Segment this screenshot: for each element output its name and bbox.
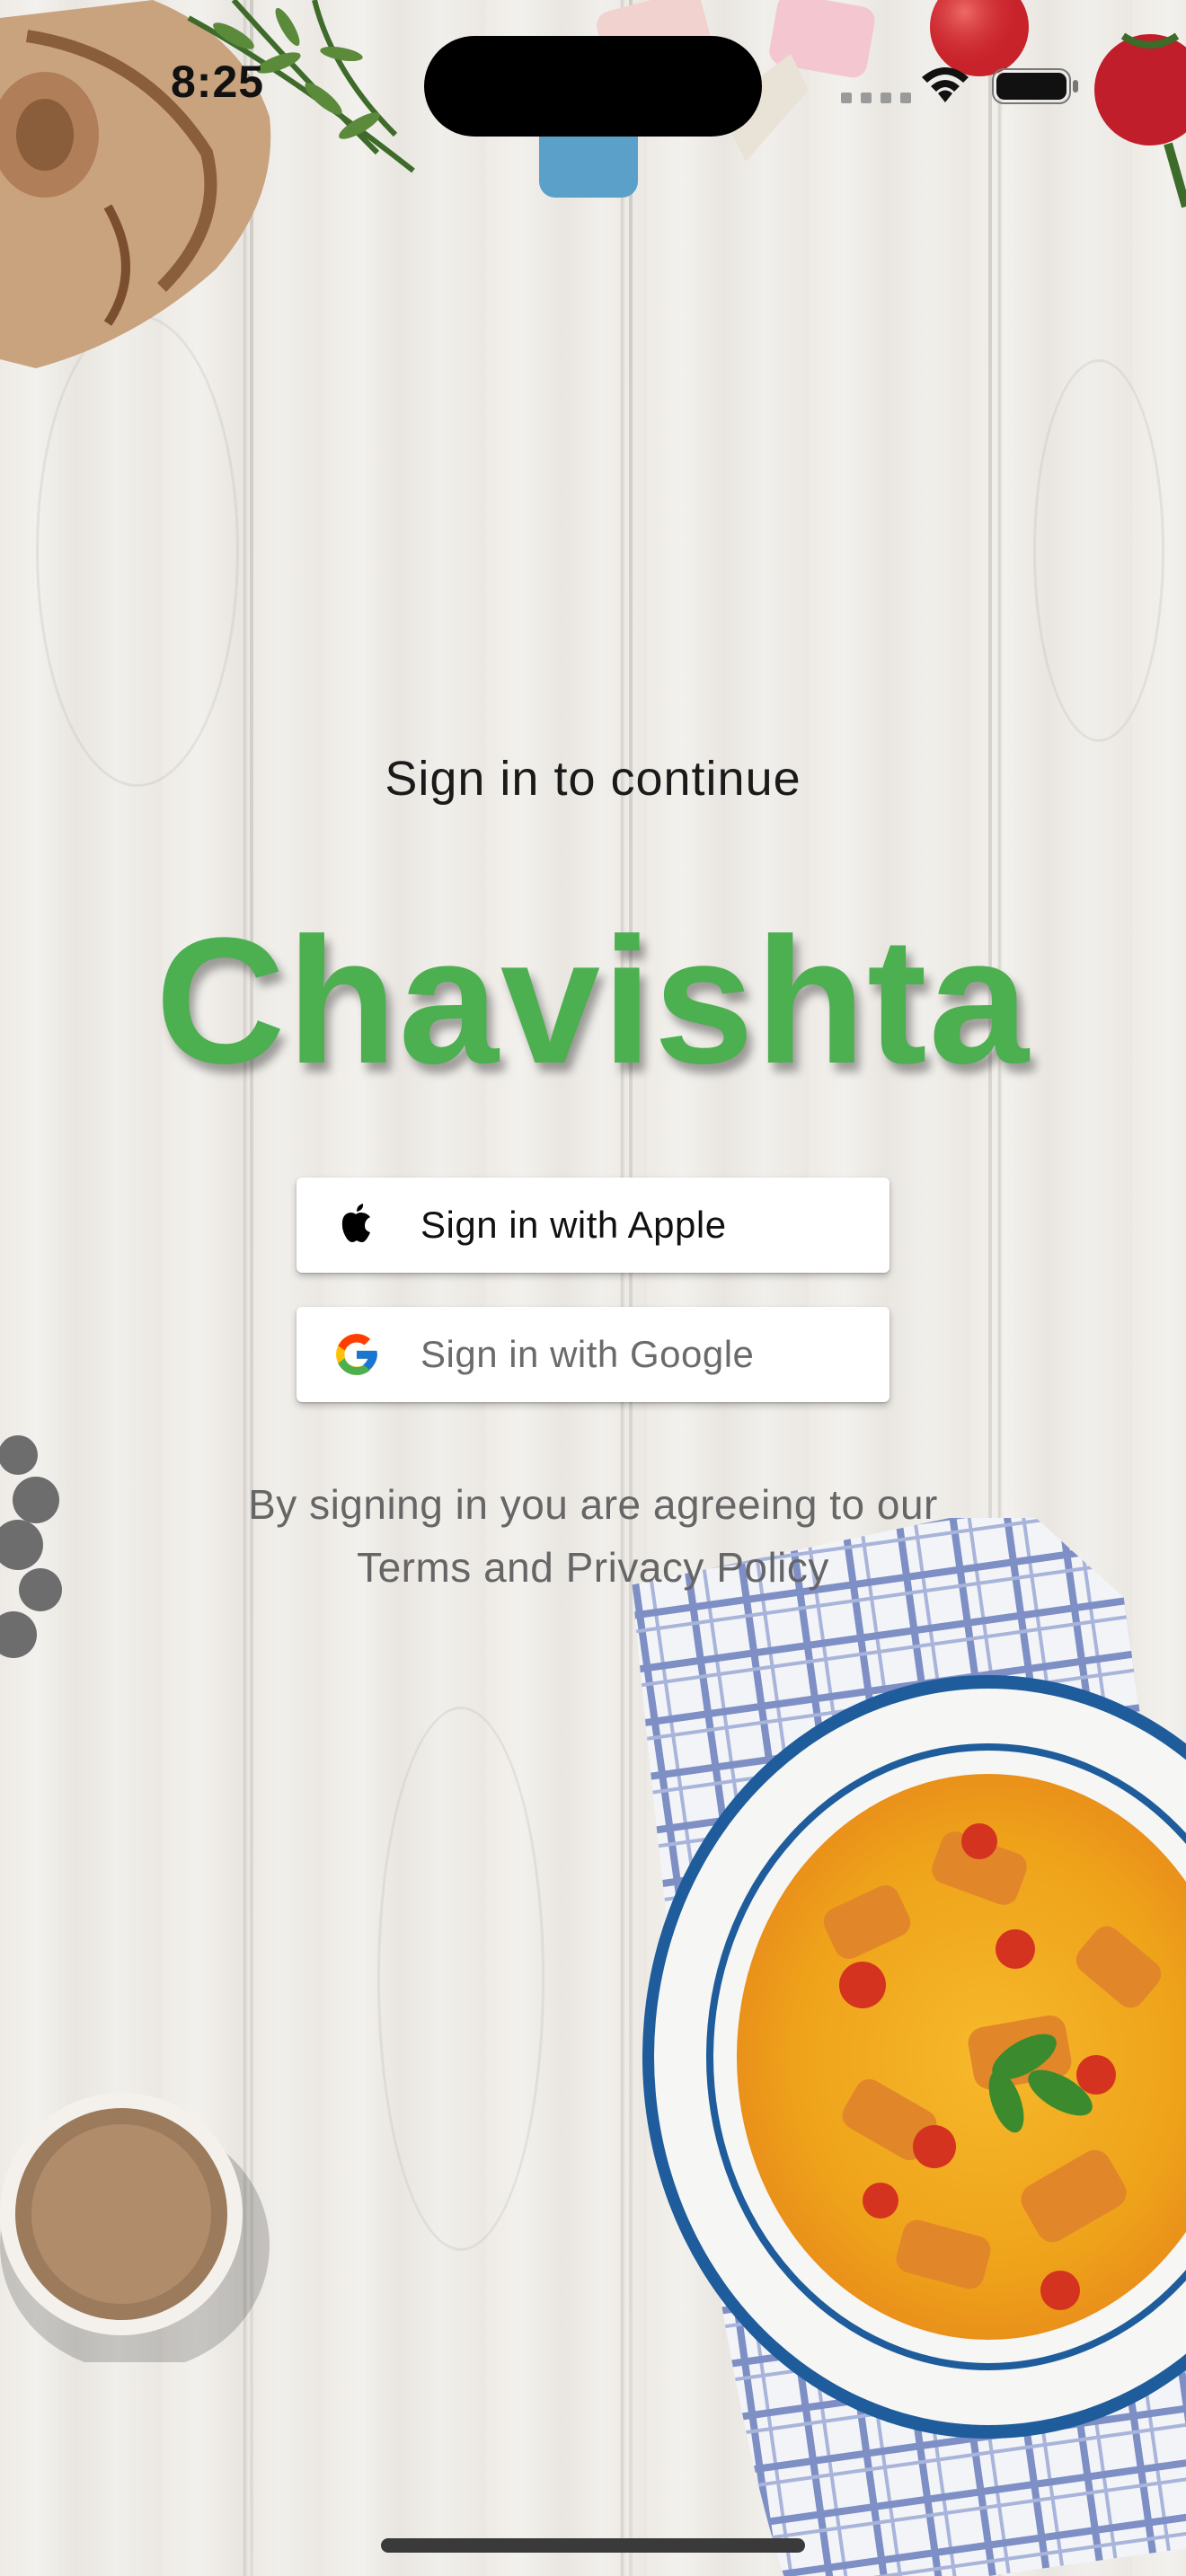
status-icons: [841, 63, 1084, 108]
google-button-label: Sign in with Google: [420, 1333, 755, 1375]
sign-in-google-button[interactable]: Sign in with Google: [296, 1307, 890, 1402]
sign-in-subtitle: Sign in to continue: [385, 752, 801, 806]
pasta-plate-decoration: [632, 1518, 1186, 2576]
home-indicator[interactable]: [381, 2538, 805, 2553]
wood-grain: [36, 314, 239, 787]
legal-notice: By signing in you are agreeing to our Te…: [0, 1473, 1186, 1599]
app-title: Chavishta: [155, 901, 1031, 1101]
wifi-icon: [922, 67, 969, 102]
terms-privacy-link[interactable]: Terms and Privacy Policy: [0, 1536, 1186, 1599]
dynamic-island: [424, 36, 762, 137]
legal-line: By signing in you are agreeing to our: [248, 1481, 938, 1528]
cellular-icon: [841, 93, 911, 103]
sign-in-screen: 8:25 Sign in to continue Chavishta Sign …: [0, 0, 1186, 2576]
apple-icon: [341, 1204, 370, 1242]
battery-icon: [992, 68, 1078, 104]
status-time: 8:25: [171, 57, 265, 107]
coffee-cup-decoration: [0, 2093, 270, 2362]
apple-button-label: Sign in with Apple: [420, 1204, 727, 1246]
sign-in-apple-button[interactable]: Sign in with Apple: [296, 1178, 890, 1273]
wood-grain: [1033, 359, 1164, 742]
status-bar: 8:25: [0, 0, 1186, 171]
google-icon: [336, 1334, 377, 1375]
wood-grain: [377, 1707, 544, 2251]
